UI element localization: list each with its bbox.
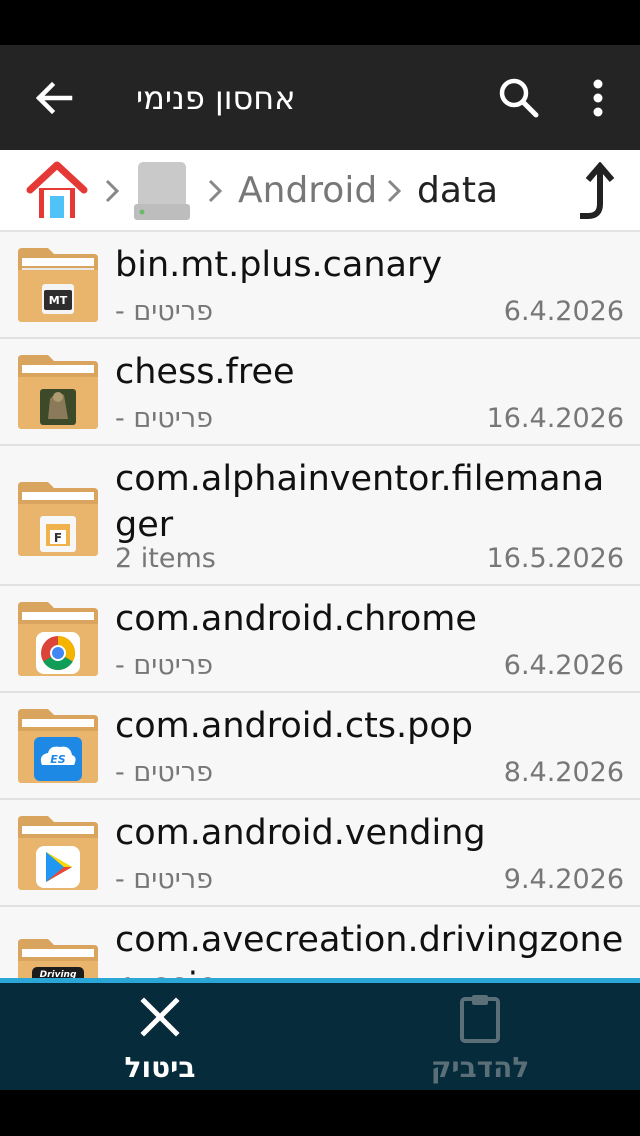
file-list: MT bin.mt.plus.canary - פריטים 6.4.2026 … bbox=[0, 232, 640, 978]
file-name: com.avecreation.drivingzonerussia bbox=[115, 920, 624, 978]
folder-icon bbox=[18, 355, 98, 429]
storage-drive-icon[interactable] bbox=[132, 160, 192, 222]
svg-text:ES: ES bbox=[50, 753, 66, 766]
folder-icon: MT bbox=[18, 248, 98, 322]
folder-icon: Driving bbox=[18, 939, 98, 978]
item-count: 2 items bbox=[115, 543, 216, 574]
modified-date: 9.4.2026 bbox=[503, 864, 624, 895]
item-count: - פריטים bbox=[115, 650, 213, 681]
chevron-right-icon bbox=[208, 179, 223, 203]
modified-date: 6.4.2026 bbox=[503, 650, 624, 681]
app-bar: אחסון פנימי bbox=[0, 45, 640, 150]
search-icon[interactable] bbox=[496, 75, 542, 121]
item-count: - פריטים bbox=[115, 864, 213, 895]
chevron-right-icon bbox=[387, 179, 402, 203]
item-count: - פריטים bbox=[115, 757, 213, 788]
back-arrow-icon[interactable] bbox=[30, 75, 76, 121]
modified-date: 16.4.2026 bbox=[486, 403, 624, 434]
list-item[interactable]: MT bin.mt.plus.canary - פריטים 6.4.2026 bbox=[0, 232, 640, 339]
home-icon[interactable] bbox=[26, 160, 88, 222]
modified-date: 16.5.2026 bbox=[486, 543, 624, 574]
file-name: com.android.chrome bbox=[115, 599, 477, 639]
list-item[interactable]: com.android.vending - פריטים 9.4.2026 bbox=[0, 800, 640, 907]
page-title: אחסון פנימי bbox=[136, 79, 296, 117]
paste-button[interactable]: להדביק bbox=[380, 993, 580, 1088]
parent-folder-icon[interactable] bbox=[574, 162, 618, 222]
list-item[interactable]: com.android.chrome - פריטים 6.4.2026 bbox=[0, 586, 640, 693]
status-bar bbox=[0, 0, 640, 45]
close-icon bbox=[140, 997, 180, 1037]
file-name: bin.mt.plus.canary bbox=[115, 245, 443, 285]
paste-label: להדביק bbox=[430, 1051, 530, 1084]
file-name: com.alphainventor.filemanager bbox=[115, 459, 605, 545]
list-item[interactable]: chess.free - פריטים 16.4.2026 bbox=[0, 339, 640, 446]
file-name: com.android.vending bbox=[115, 813, 486, 853]
list-item[interactable]: F com.alphainventor.filemanager 2 items … bbox=[0, 446, 640, 586]
list-item[interactable]: ES com.android.cts.pop - פריטים 8.4.2026 bbox=[0, 693, 640, 800]
bottom-action-bar: ביטול להדביק bbox=[0, 978, 640, 1090]
cancel-button[interactable]: ביטול bbox=[60, 993, 260, 1088]
svg-text:F: F bbox=[54, 531, 62, 545]
folder-icon: ES bbox=[18, 709, 98, 783]
more-options-icon[interactable] bbox=[578, 75, 618, 121]
clipboard-icon bbox=[460, 995, 500, 1043]
navigation-bar bbox=[0, 1090, 640, 1136]
item-count: - פריטים bbox=[115, 403, 213, 434]
svg-text:Driving: Driving bbox=[40, 970, 77, 978]
file-name: chess.free bbox=[115, 352, 295, 392]
folder-icon: F bbox=[18, 482, 98, 556]
modified-date: 6.4.2026 bbox=[503, 296, 624, 327]
breadcrumb: Android data bbox=[0, 150, 640, 232]
breadcrumb-item-android[interactable]: Android bbox=[238, 166, 377, 216]
cancel-label: ביטול bbox=[124, 1051, 196, 1084]
file-name: com.android.cts.pop bbox=[115, 706, 473, 746]
item-count: - פריטים bbox=[115, 296, 213, 327]
modified-date: 8.4.2026 bbox=[503, 757, 624, 788]
folder-icon bbox=[18, 602, 98, 676]
folder-icon bbox=[18, 816, 98, 890]
svg-text:MT: MT bbox=[49, 294, 68, 307]
list-item[interactable]: Driving com.avecreation.drivingzonerussi… bbox=[0, 907, 640, 978]
breadcrumb-item-data[interactable]: data bbox=[417, 166, 498, 216]
chevron-right-icon bbox=[105, 179, 120, 203]
